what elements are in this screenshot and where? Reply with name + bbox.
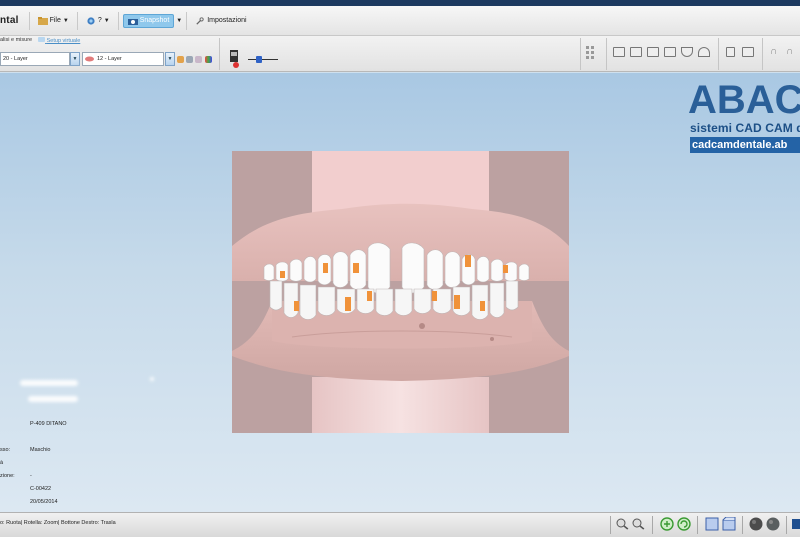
patient-row3-label: à — [0, 460, 4, 466]
redacted-dot — [150, 377, 154, 381]
occlusion-icon[interactable] — [726, 47, 735, 57]
status-separator — [652, 516, 653, 534]
patient-sex-label: sso: — [0, 447, 11, 453]
left-layer-dropdown-button[interactable]: ▼ — [70, 52, 80, 66]
menu-separator — [117, 11, 119, 30]
file-menu-label: File — [49, 17, 61, 24]
patient-name: P-409 DITANO — [30, 421, 67, 427]
right-layer-dropdown-button[interactable]: ▼ — [165, 52, 175, 66]
snapshot-menu-label: Snapshot — [139, 17, 170, 24]
right-layer-select[interactable]: 12 - Layer — [82, 52, 164, 66]
patient-age-value: - — [30, 473, 32, 479]
status-separator — [742, 516, 743, 534]
patient-sex-value: Maschio — [30, 447, 51, 453]
menu-separator — [76, 11, 78, 30]
arch-upper-icon[interactable]: ∩ — [770, 46, 777, 57]
tube-icon[interactable] — [228, 50, 240, 68]
wrench-icon — [196, 16, 204, 25]
left-layer-select[interactable]: 20 - Layer — [0, 52, 70, 66]
logo-url: cadcamdentale.ab — [690, 137, 800, 153]
jaw-open-icon[interactable] — [742, 47, 754, 57]
status-bar: o: Ruota| Rotella: Zoom| Bottone Destro:… — [0, 512, 800, 537]
redacted-text — [28, 396, 78, 402]
toolbar-separator — [580, 38, 581, 70]
menubar: ntal File ▼ ? ▼ Snapshot ▼ Impostazioni — [0, 6, 800, 36]
toolbar-separator — [606, 38, 607, 70]
toolbar-separator — [762, 38, 763, 70]
opacity-slider-handle[interactable] — [256, 56, 262, 63]
opacity-slider-track[interactable] — [248, 59, 278, 60]
help-globe-icon — [87, 16, 95, 25]
view-side-icon[interactable] — [647, 47, 659, 57]
view-lower-arch-icon[interactable] — [698, 47, 710, 57]
shading-solid-icon[interactable] — [749, 517, 763, 531]
tab-virtual-setup-label: Setup virtuale — [46, 38, 81, 44]
status-separator — [697, 516, 698, 534]
snapshot-menu[interactable]: Snapshot — [122, 13, 175, 28]
teeth-small-icon — [38, 37, 46, 42]
patient-date: 20/05/2014 — [30, 499, 58, 505]
tooth-outline-icon[interactable] — [195, 56, 202, 63]
dental-model-render[interactable] — [232, 151, 569, 433]
menu-separator — [186, 11, 188, 30]
left-layer-value: 20 - Layer — [3, 56, 28, 62]
file-menu[interactable]: File ▼ — [34, 15, 73, 27]
help-menu-label: ? — [97, 17, 102, 24]
refresh-icon[interactable] — [677, 517, 691, 531]
zoom-window-icon[interactable] — [616, 517, 630, 531]
arch-mirror-icon[interactable]: ∩ — [786, 46, 793, 57]
help-menu[interactable]: ? ▼ — [82, 15, 114, 27]
patient-code: C-00422 — [30, 486, 52, 492]
zoom-fit-icon[interactable] — [632, 517, 646, 531]
lips-icon — [85, 56, 94, 62]
shading-smooth-icon[interactable] — [766, 517, 780, 531]
snapshot-dropdown-icon[interactable]: ▼ — [176, 18, 182, 24]
tab-analysis[interactable]: alisi e misure — [0, 37, 32, 44]
chevron-down-icon: ▼ — [62, 17, 69, 24]
toolbar-separator — [718, 38, 719, 70]
tab-virtual-setup[interactable]: Setup virtuale — [38, 37, 80, 44]
screen-icon[interactable] — [792, 517, 800, 531]
mode-tabs: alisi e misure Setup virtuale — [0, 37, 80, 44]
patient-age-label: zione: — [0, 473, 15, 479]
right-layer-value: 12 - Layer — [97, 56, 122, 62]
zoom-in-icon[interactable] — [660, 517, 674, 531]
logo-subtitle: sistemi CAD CAM d — [690, 121, 800, 135]
redacted-text — [20, 380, 78, 386]
folder-icon — [37, 16, 48, 25]
settings-menu-label: Impostazioni — [207, 17, 247, 24]
view-bottom-icon[interactable] — [664, 47, 676, 57]
view-front-icon[interactable] — [613, 47, 625, 57]
settings-menu[interactable]: Impostazioni — [191, 15, 250, 27]
view-top-icon[interactable] — [630, 47, 642, 57]
tooth-gray-icon[interactable] — [186, 56, 193, 63]
grid-view-icon[interactable] — [586, 46, 598, 60]
camera-icon — [127, 18, 138, 25]
app-title: ntal — [0, 15, 19, 26]
palette-icon[interactable] — [205, 56, 212, 63]
tooth-color-icon[interactable] — [177, 56, 184, 63]
chevron-down-icon: ▼ — [103, 17, 110, 24]
box-open-icon[interactable] — [722, 517, 736, 531]
toolbar-separator — [219, 38, 220, 70]
status-separator — [610, 516, 611, 534]
logo-brand: ABAC — [688, 78, 800, 122]
mouse-hint: o: Ruota| Rotella: Zoom| Bottone Destro:… — [0, 520, 116, 526]
menu-separator — [28, 11, 30, 30]
box-view-icon[interactable] — [705, 517, 719, 531]
status-separator — [786, 516, 787, 534]
